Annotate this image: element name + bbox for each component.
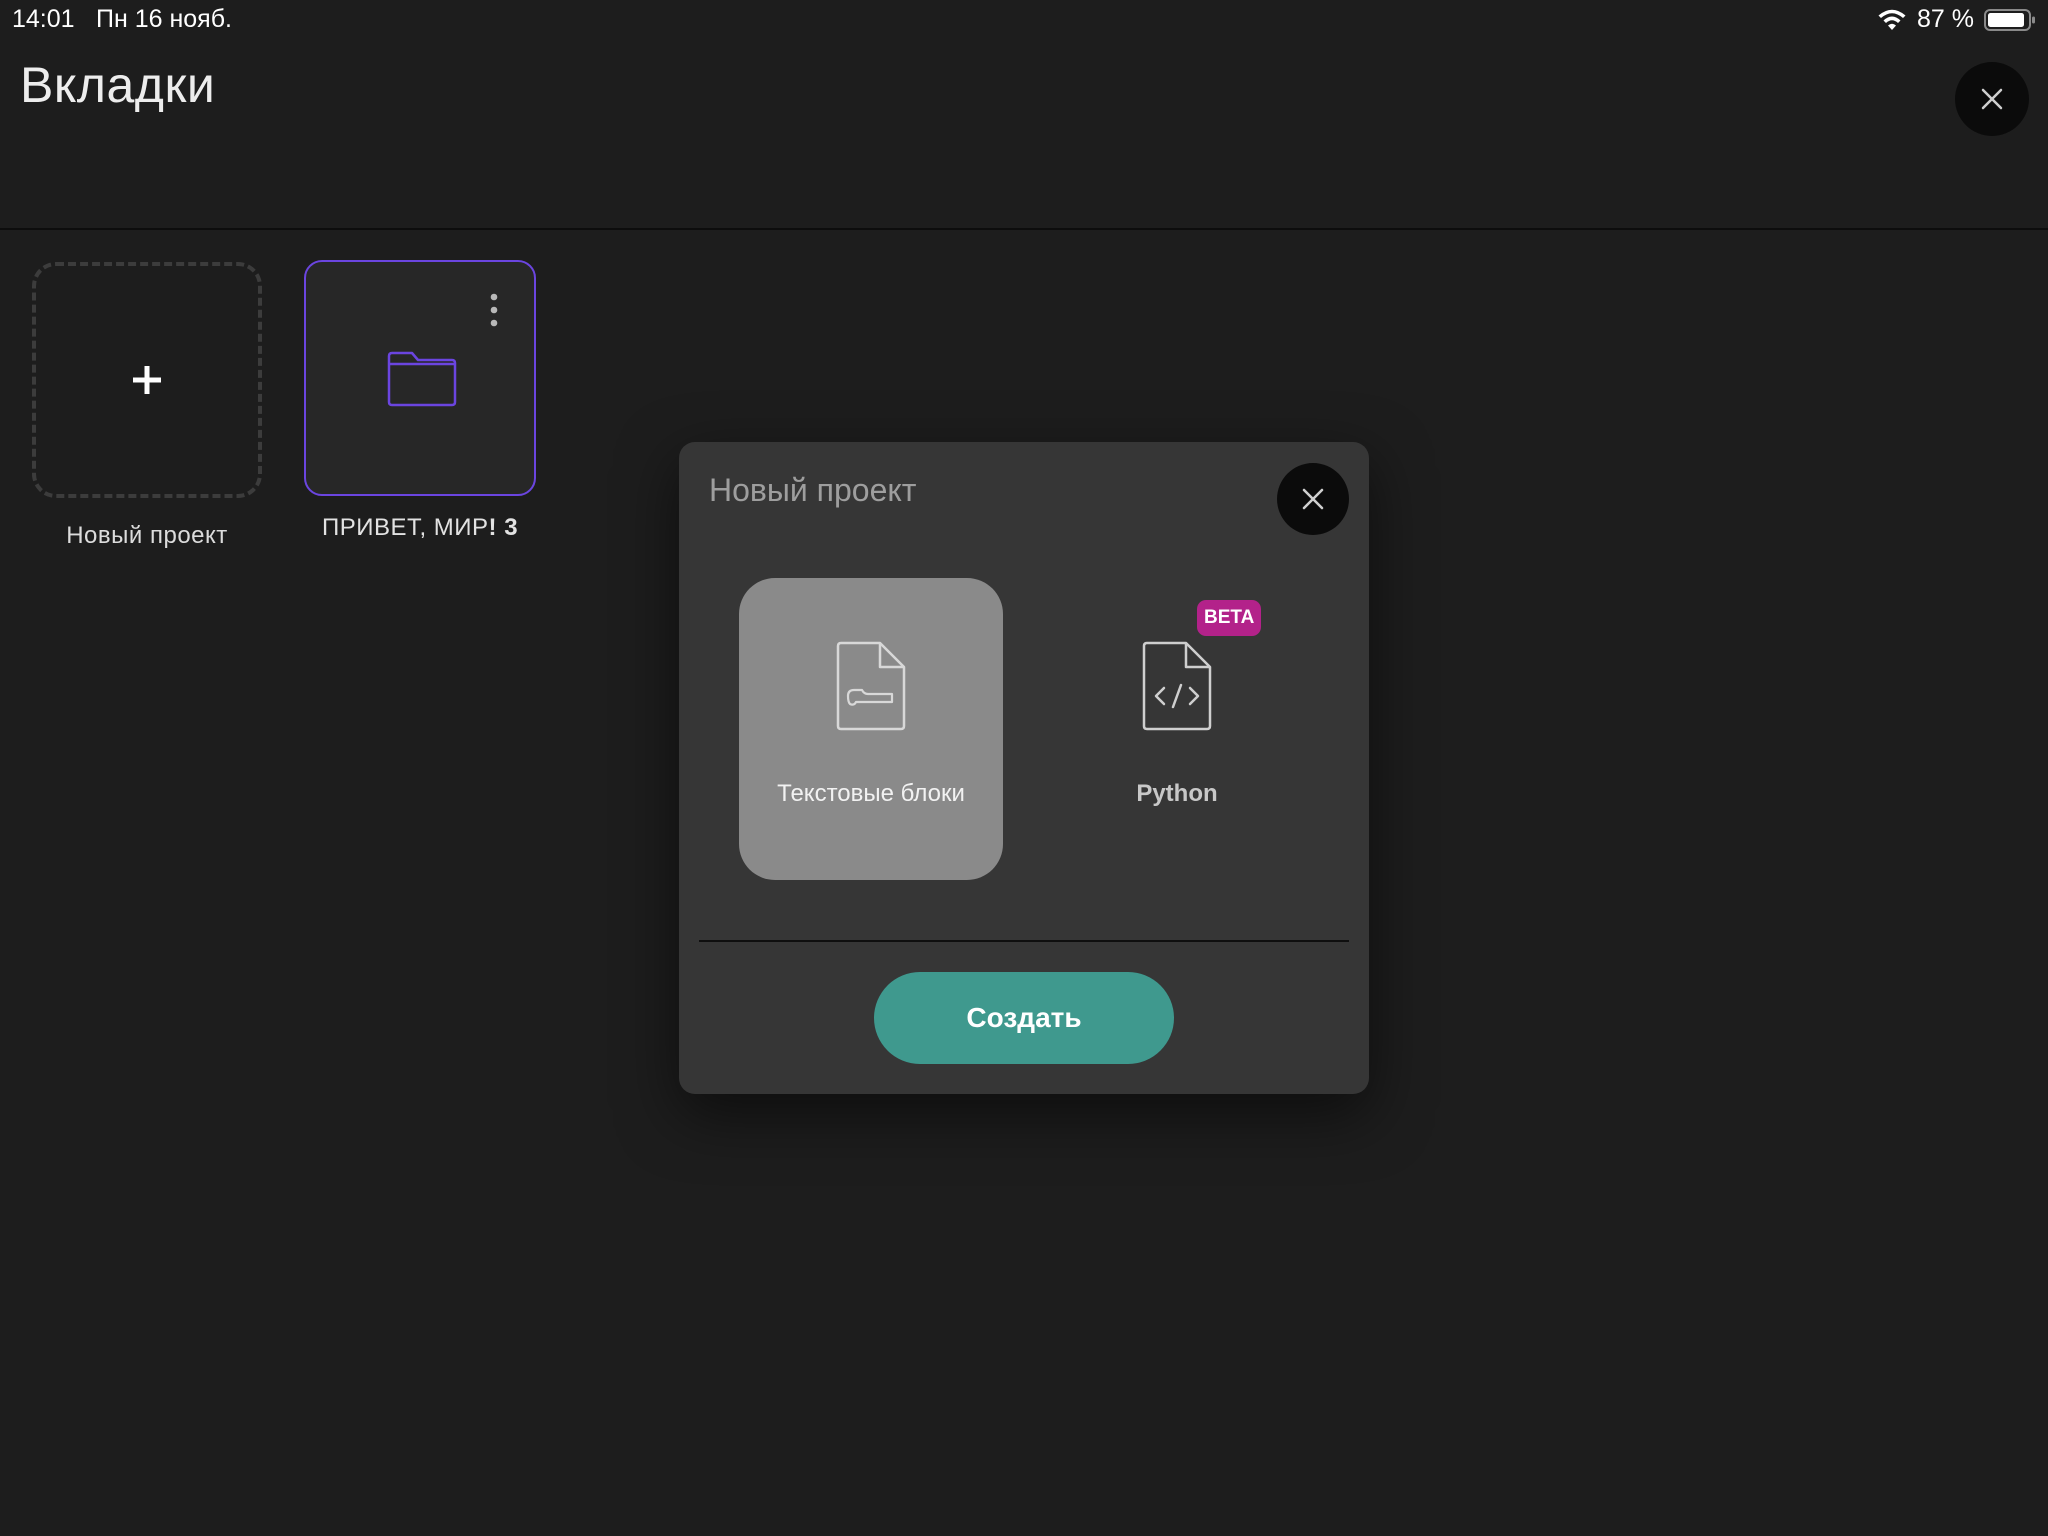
close-icon	[1302, 488, 1324, 510]
project-name: ПРИВЕТ, МИР	[321, 514, 489, 541]
status-date: Пн 16 нояб.	[96, 5, 232, 33]
close-tabs-button[interactable]	[1955, 62, 2029, 136]
page-title: Вкладки	[20, 57, 216, 113]
header-divider	[0, 228, 2048, 230]
option-python[interactable]: BETA Python	[1045, 578, 1309, 880]
option-text-blocks[interactable]: Текстовые блоки	[739, 578, 1003, 880]
wifi-icon	[1878, 9, 1906, 30]
close-icon	[1981, 88, 2003, 110]
battery-percent: 87 %	[1917, 5, 1974, 33]
more-options-icon[interactable]	[488, 292, 500, 328]
text-blocks-doc-icon	[836, 641, 906, 731]
dialog-close-button[interactable]	[1277, 463, 1349, 535]
battery-icon	[1984, 8, 2035, 31]
new-project-label: Новый проект	[66, 522, 228, 549]
status-bar: 14:01 Пн 16 нояб. 87 %	[0, 0, 2048, 40]
code-doc-icon	[1142, 641, 1212, 731]
plus-icon	[133, 366, 161, 394]
beta-badge: BETA	[1197, 600, 1262, 636]
new-project-dialog: Новый проект Текстовые блоки BETA Python…	[679, 442, 1369, 1094]
folder-icon	[387, 351, 457, 407]
dialog-title: Новый проект	[709, 472, 917, 508]
option-label: Текстовые блоки	[777, 780, 965, 807]
new-project-tile[interactable]	[32, 262, 262, 498]
project-suffix: ! 3	[488, 514, 519, 541]
status-indicators: 87 %	[1877, 5, 2036, 34]
option-label: Python	[1136, 780, 1218, 807]
status-time: 14:01	[12, 5, 75, 33]
create-button[interactable]: Создать	[874, 972, 1174, 1064]
dialog-divider	[699, 940, 1349, 942]
project-tile[interactable]	[304, 260, 536, 496]
project-label: ПРИВЕТ, МИР! 3	[304, 514, 536, 542]
